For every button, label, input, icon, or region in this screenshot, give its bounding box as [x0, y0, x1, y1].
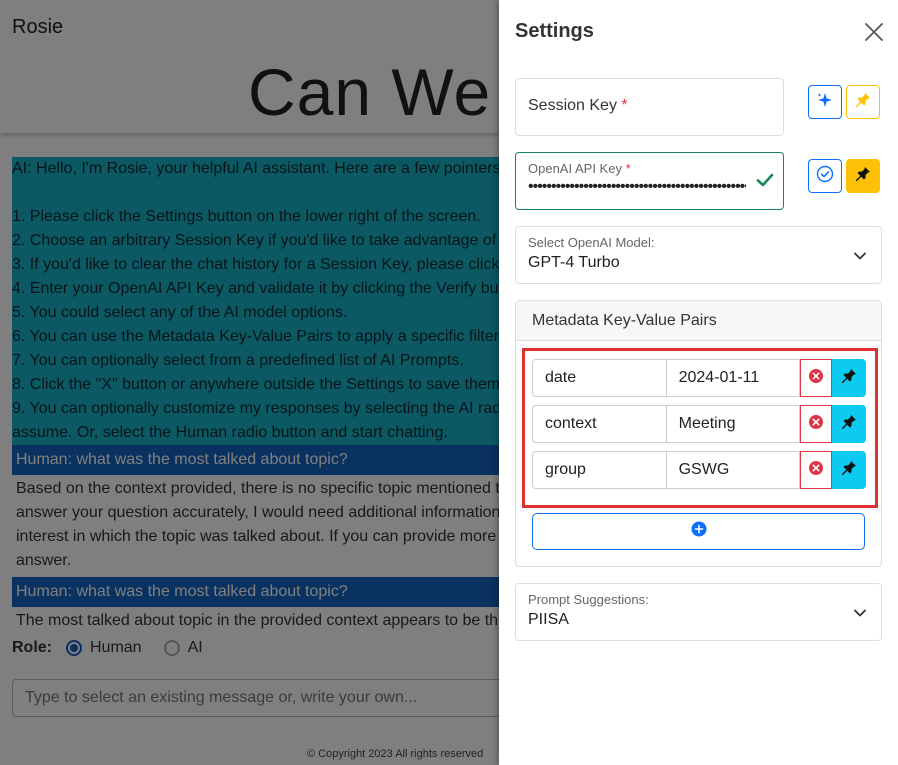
pin-pair-button[interactable] [832, 359, 867, 397]
generate-session-key-button[interactable] [808, 85, 842, 119]
metadata-row: context Meeting [532, 405, 867, 443]
metadata-key-input[interactable]: context [532, 405, 667, 443]
settings-drawer: Settings Session Key * OpenAI API Key * … [499, 0, 898, 765]
pin-pair-button[interactable] [832, 405, 867, 443]
remove-pair-button[interactable] [800, 359, 833, 397]
metadata-title: Metadata Key-Value Pairs [516, 301, 881, 341]
check-circle-icon [816, 165, 834, 188]
model-select-value: GPT-4 Turbo [528, 254, 620, 271]
pin-icon [841, 460, 857, 481]
remove-pair-button[interactable] [800, 451, 833, 489]
metadata-row: date 2024-01-11 [532, 359, 867, 397]
pin-icon [855, 166, 871, 187]
plus-circle-icon [691, 521, 707, 542]
sparkle-icon [816, 91, 834, 114]
metadata-value-input[interactable]: GSWG [666, 451, 801, 489]
metadata-key-input[interactable]: date [532, 359, 667, 397]
metadata-value-input[interactable]: Meeting [666, 405, 801, 443]
verify-api-key-button[interactable] [808, 159, 842, 193]
metadata-value-input[interactable]: 2024-01-11 [666, 359, 801, 397]
model-select[interactable]: Select OpenAI Model: GPT-4 Turbo [515, 226, 882, 284]
prompt-select-value: PIISA [528, 611, 569, 628]
pin-session-key-button[interactable] [846, 85, 880, 119]
pin-icon [841, 368, 857, 389]
pin-icon [855, 92, 871, 113]
pin-icon [841, 414, 857, 435]
pin-api-key-button[interactable] [846, 159, 880, 193]
pin-pair-button[interactable] [832, 451, 867, 489]
api-key-field[interactable]: OpenAI API Key * •••••••••••••••••••••••… [515, 152, 784, 210]
x-circle-icon [808, 414, 824, 435]
metadata-row: group GSWG [532, 451, 867, 489]
x-circle-icon [808, 460, 824, 481]
api-key-label: OpenAI API Key * [528, 161, 631, 176]
settings-title: Settings [515, 20, 594, 42]
session-key-field[interactable]: Session Key * [515, 78, 784, 136]
x-circle-icon [808, 368, 824, 389]
metadata-card: Metadata Key-Value Pairs date 2024-01-11… [515, 300, 882, 567]
chevron-down-icon [853, 606, 867, 620]
chevron-down-icon [853, 249, 867, 263]
check-icon [755, 170, 775, 190]
close-icon[interactable] [863, 21, 885, 43]
prompt-select[interactable]: Prompt Suggestions: PIISA [515, 583, 882, 641]
metadata-key-input[interactable]: group [532, 451, 667, 489]
remove-pair-button[interactable] [800, 405, 833, 443]
prompt-select-label: Prompt Suggestions: [528, 592, 649, 607]
session-key-label: Session Key * [528, 97, 628, 114]
api-key-value: ••••••••••••••••••••••••••••••••••••••••… [528, 178, 746, 195]
model-select-label: Select OpenAI Model: [528, 235, 655, 250]
add-pair-button[interactable] [532, 513, 865, 550]
